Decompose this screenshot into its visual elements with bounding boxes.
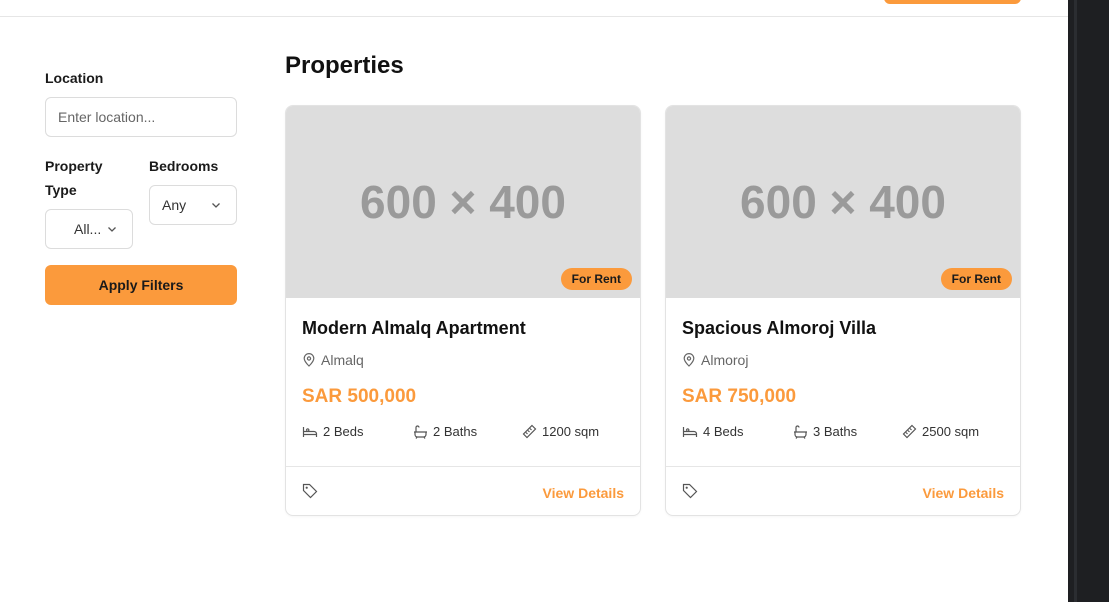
card-divider: [666, 466, 1020, 467]
beds-text: 4 Beds: [703, 424, 744, 439]
header-action-button[interactable]: [884, 0, 1021, 4]
beds-text: 2 Beds: [323, 424, 364, 439]
bed-icon: [302, 426, 318, 437]
bedrooms-select[interactable]: Any: [149, 185, 237, 225]
bedrooms-label: Bedrooms: [149, 158, 219, 174]
area-text: 1200 sqm: [542, 424, 600, 439]
bedrooms-value: Any: [162, 197, 187, 213]
property-location-text: Almoroj: [701, 352, 749, 368]
bath-icon: [794, 424, 807, 439]
baths-feature: 3 Baths: [793, 424, 857, 439]
card-divider: [286, 466, 640, 467]
property-card[interactable]: 600 × 400 For Rent Modern Almalq Apartme…: [285, 105, 641, 516]
property-title: Modern Almalq Apartment: [302, 318, 526, 338]
property-price: SAR 750,000: [682, 386, 797, 407]
area-feature: 2500 sqm: [902, 424, 979, 439]
scrollbar-thumb[interactable]: [1074, 0, 1077, 602]
map-pin-icon: [303, 353, 315, 367]
view-details-link[interactable]: View Details: [543, 485, 624, 501]
property-title: Spacious Almoroj Villa: [682, 318, 877, 338]
ruler-icon: [522, 424, 537, 439]
map-pin-icon: [683, 353, 695, 367]
apply-filters-button[interactable]: Apply Filters: [45, 265, 237, 305]
area-feature: 1200 sqm: [522, 424, 599, 439]
property-card[interactable]: 600 × 400 For Rent Spacious Almoroj Vill…: [665, 105, 1021, 516]
ruler-icon: [902, 424, 917, 439]
property-location-text: Almalq: [321, 352, 364, 368]
side-panel-scrollbar[interactable]: [1068, 0, 1109, 602]
property-type-value: All...: [74, 221, 102, 237]
baths-text: 2 Baths: [433, 424, 478, 439]
status-badge: For Rent: [560, 268, 632, 290]
baths-text: 3 Baths: [813, 424, 858, 439]
beds-feature: 2 Beds: [302, 424, 363, 439]
status-badge: For Rent: [940, 268, 1012, 290]
tag-icon: [682, 483, 698, 499]
bath-icon: [414, 424, 427, 439]
baths-feature: 2 Baths: [413, 424, 477, 439]
property-type-label-line2: Type: [45, 182, 77, 198]
app-window: Location Property Type All... Bedrooms A…: [0, 0, 1068, 602]
tag-icon: [302, 483, 318, 499]
location-input[interactable]: [45, 97, 237, 137]
property-location: Almalq: [302, 352, 364, 368]
beds-feature: 4 Beds: [682, 424, 743, 439]
property-location: Almoroj: [682, 352, 748, 368]
location-label: Location: [45, 70, 104, 86]
area-text: 2500 sqm: [922, 424, 980, 439]
page-title: Properties: [285, 52, 404, 79]
property-price: SAR 500,000: [302, 386, 417, 407]
header-divider: [0, 16, 1068, 17]
chevron-down-icon: [108, 227, 116, 232]
property-type-select[interactable]: All...: [45, 209, 133, 249]
view-details-link[interactable]: View Details: [923, 485, 1004, 501]
property-type-label-line1: Property: [45, 158, 103, 174]
chevron-down-icon: [212, 203, 220, 208]
bed-icon: [682, 426, 698, 437]
